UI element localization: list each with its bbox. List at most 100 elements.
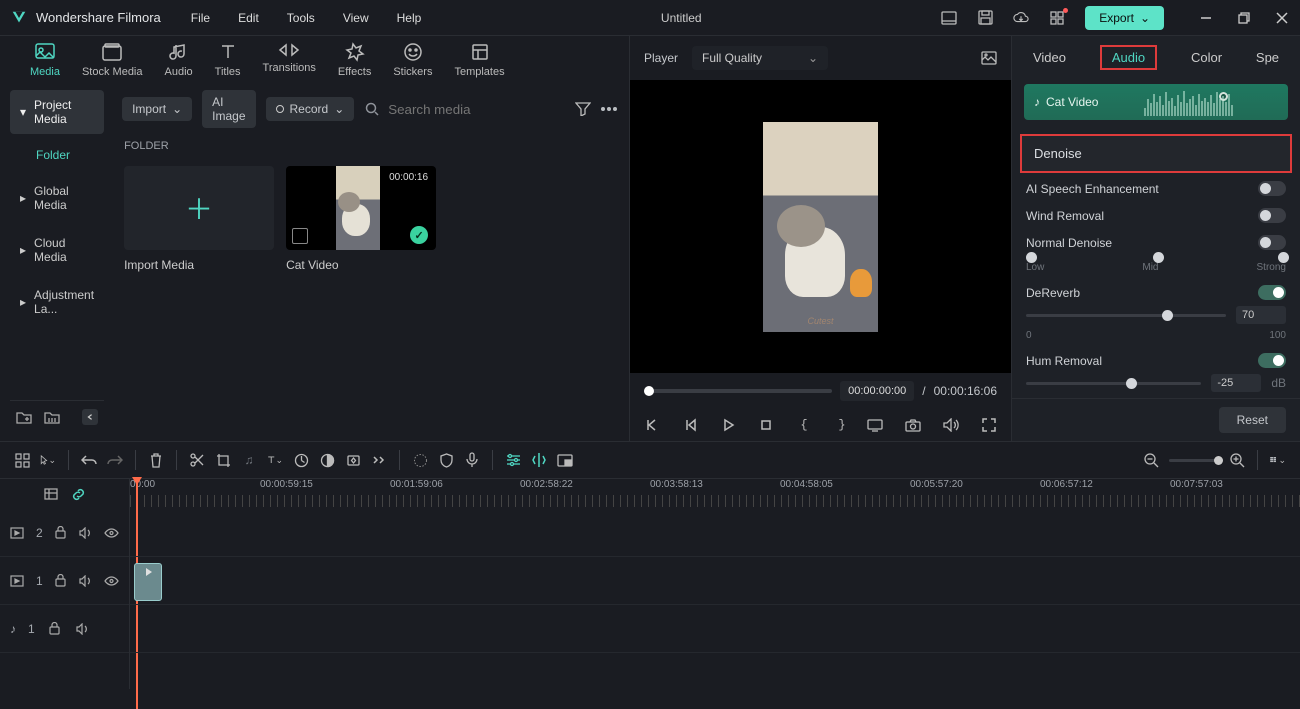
denoise-section-header[interactable]: Denoise xyxy=(1020,134,1292,173)
maximize-icon[interactable] xyxy=(1236,10,1252,26)
crop-icon[interactable] xyxy=(215,452,231,468)
delete-icon[interactable] xyxy=(148,452,164,468)
redo-icon[interactable] xyxy=(107,452,123,468)
wind-removal-toggle[interactable] xyxy=(1258,208,1286,223)
tab-video[interactable]: Video xyxy=(1033,50,1066,70)
tab-speed[interactable]: Spe xyxy=(1256,50,1279,70)
split-icon[interactable] xyxy=(189,452,205,468)
menu-tools[interactable]: Tools xyxy=(287,11,315,25)
eye-icon[interactable] xyxy=(104,573,119,589)
mute-icon[interactable] xyxy=(79,573,92,589)
sidebar-cloud-media[interactable]: ▸Cloud Media xyxy=(10,228,104,272)
track-v1[interactable] xyxy=(130,557,1300,605)
filter-icon[interactable] xyxy=(575,101,591,117)
minimize-icon[interactable] xyxy=(1198,10,1214,26)
tab-transitions[interactable]: Transitions xyxy=(263,42,316,78)
timeline-options-icon[interactable] xyxy=(43,486,59,502)
track-v2[interactable] xyxy=(130,509,1300,557)
reset-button[interactable]: Reset xyxy=(1219,407,1286,433)
player-video[interactable]: Cutest xyxy=(630,80,1011,373)
tab-audio[interactable]: Audio xyxy=(1100,45,1157,70)
ai-cut-icon[interactable] xyxy=(531,452,547,468)
sidebar-folder[interactable]: Folder xyxy=(10,142,104,168)
menu-view[interactable]: View xyxy=(343,11,369,25)
lock-icon[interactable] xyxy=(55,573,67,589)
hum-removal-slider[interactable] xyxy=(1026,382,1201,385)
cursor-icon[interactable]: ⌄ xyxy=(40,452,56,468)
track-head-a1[interactable]: ♪ 1 xyxy=(0,605,129,653)
close-icon[interactable] xyxy=(1274,10,1290,26)
mark-out-icon[interactable]: } xyxy=(834,417,850,433)
timeline-clip[interactable] xyxy=(134,563,162,601)
adjust-icon[interactable] xyxy=(505,452,521,468)
menu-file[interactable]: File xyxy=(191,11,210,25)
more-tools-icon[interactable] xyxy=(371,452,387,468)
ai-dots-icon[interactable] xyxy=(412,452,428,468)
zoom-slider[interactable] xyxy=(1169,459,1219,462)
tab-effects[interactable]: Effects xyxy=(338,42,371,78)
sidebar-global-media[interactable]: ▸Global Media xyxy=(10,176,104,220)
text-icon[interactable]: ⌄ xyxy=(267,452,283,468)
mic-icon[interactable] xyxy=(464,452,480,468)
tab-color[interactable]: Color xyxy=(1191,50,1222,70)
dereverb-value[interactable]: 70 xyxy=(1236,306,1286,324)
prev-frame-icon[interactable] xyxy=(644,417,660,433)
cloud-icon[interactable] xyxy=(1013,10,1029,26)
sidebar-project-media[interactable]: ▾Project Media xyxy=(10,90,104,134)
track-a1[interactable] xyxy=(130,605,1300,653)
eye-icon[interactable] xyxy=(104,525,119,541)
pip-icon[interactable] xyxy=(557,452,573,468)
tab-templates[interactable]: Templates xyxy=(454,42,504,78)
snapshot-icon[interactable] xyxy=(981,50,997,66)
sidebar-adjustment-layer[interactable]: ▸Adjustment La... xyxy=(10,280,104,324)
mark-in-icon[interactable]: { xyxy=(796,417,812,433)
new-bin-icon[interactable] xyxy=(44,409,60,425)
tab-stickers[interactable]: Stickers xyxy=(393,42,432,78)
hum-removal-toggle[interactable] xyxy=(1258,353,1286,368)
collapse-icon[interactable] xyxy=(82,409,98,425)
display-icon[interactable] xyxy=(867,417,883,433)
mute-icon[interactable] xyxy=(79,525,92,541)
audio-waveform[interactable]: ♪ Cat Video xyxy=(1024,84,1288,120)
lock-icon[interactable] xyxy=(55,525,67,541)
dereverb-toggle[interactable] xyxy=(1258,285,1286,300)
lock-icon[interactable] xyxy=(47,621,63,637)
normal-denoise-toggle[interactable] xyxy=(1258,235,1286,250)
hum-removal-value[interactable]: -25 xyxy=(1211,374,1261,392)
playback-scrubber[interactable] xyxy=(644,389,832,393)
tab-stock-media[interactable]: Stock Media xyxy=(82,42,143,78)
step-back-icon[interactable] xyxy=(682,417,698,433)
undo-icon[interactable] xyxy=(81,452,97,468)
track-head-v1[interactable]: 1 xyxy=(0,557,129,605)
import-media-card[interactable]: ＋ Import Media xyxy=(124,166,274,272)
fullscreen-icon[interactable] xyxy=(981,417,997,433)
export-button[interactable]: Export ⌄ xyxy=(1085,6,1164,30)
tab-media[interactable]: Media xyxy=(30,42,60,78)
dereverb-slider[interactable] xyxy=(1026,314,1226,317)
record-button[interactable]: Record⌄ xyxy=(266,97,355,121)
quality-select[interactable]: Full Quality xyxy=(692,46,828,70)
clip-cat-video[interactable]: 00:00:16 ✓ Cat Video xyxy=(286,166,436,272)
keyframe-icon[interactable] xyxy=(345,452,361,468)
ai-image-button[interactable]: AI Image xyxy=(202,90,255,128)
save-icon[interactable] xyxy=(977,10,993,26)
tab-titles[interactable]: Titles xyxy=(215,42,241,78)
new-folder-icon[interactable] xyxy=(16,409,32,425)
volume-icon[interactable] xyxy=(943,417,959,433)
more-icon[interactable] xyxy=(601,101,617,117)
zoom-out-icon[interactable] xyxy=(1143,452,1159,468)
zoom-in-icon[interactable] xyxy=(1229,452,1245,468)
play-icon[interactable] xyxy=(720,417,736,433)
menu-edit[interactable]: Edit xyxy=(238,11,259,25)
layout-icon[interactable] xyxy=(941,10,957,26)
timeline-grid-icon[interactable] xyxy=(14,452,30,468)
camera-icon[interactable] xyxy=(905,417,921,433)
menu-help[interactable]: Help xyxy=(397,11,422,25)
tab-audio[interactable]: Audio xyxy=(165,42,193,78)
stop-icon[interactable] xyxy=(758,417,774,433)
ai-speech-toggle[interactable] xyxy=(1258,181,1286,196)
shield-icon[interactable] xyxy=(438,452,454,468)
speed-icon[interactable] xyxy=(293,452,309,468)
mute-icon[interactable] xyxy=(75,621,91,637)
track-head-v2[interactable]: 2 xyxy=(0,509,129,557)
